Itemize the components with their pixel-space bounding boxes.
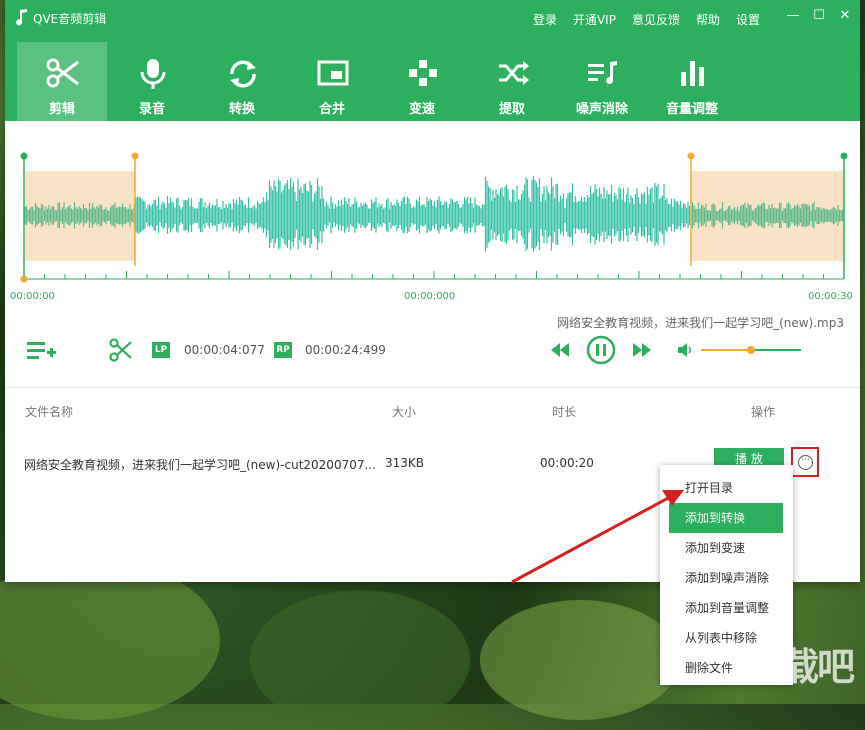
lp-marker-handle[interactable] [131, 152, 139, 160]
tab-label: 剪辑 [48, 102, 75, 117]
tool-tabs: 剪辑 录音 转换 合并 变速 提取 噪声消除 音量调整 [17, 42, 737, 121]
time-middle-label: 00:00:000 [404, 291, 455, 302]
rp-time: 00:00:24:499 [305, 343, 386, 357]
rewind-icon[interactable] [550, 342, 570, 358]
timeline-ticks [23, 271, 845, 279]
background-leaf [0, 560, 220, 720]
divider [5, 387, 860, 388]
fast-forward-icon[interactable] [632, 342, 652, 358]
maximize-button[interactable]: ☐ [811, 8, 827, 24]
tab-denoise[interactable]: 噪声消除 [557, 42, 647, 121]
add-files-icon[interactable] [27, 340, 57, 362]
close-button[interactable]: ✕ [837, 8, 853, 24]
more-icon: ··· [798, 455, 813, 470]
login-link[interactable]: 登录 [533, 11, 557, 28]
tab-speed[interactable]: 变速 [377, 42, 467, 121]
tab-label: 转换 [228, 102, 255, 117]
tab-cut[interactable]: 剪辑 [17, 42, 107, 121]
tab-label: 变速 [408, 102, 435, 117]
title-bar: QVE音频剪辑 登录 开通VIP 意见反馈 帮助 设置 — ☐ ✕ 剪辑 录音 … [5, 0, 860, 121]
tab-volume[interactable]: 音量调整 [647, 42, 737, 121]
header-duration: 时长 [552, 405, 577, 419]
app-title: QVE音频剪辑 [33, 12, 107, 26]
title-row: QVE音频剪辑 登录 开通VIP 意见反馈 帮助 设置 — ☐ ✕ [5, 0, 860, 36]
gamepad-icon [409, 60, 437, 86]
tab-label: 音量调整 [665, 102, 718, 117]
scissors-icon [46, 58, 79, 88]
play-button[interactable]: 播 放 [714, 448, 784, 466]
menu-add-to-denoise[interactable]: 添加到噪声消除 [660, 563, 793, 593]
header-action: 操作 [751, 405, 776, 419]
bars-icon [681, 61, 704, 86]
pause-icon[interactable] [586, 335, 616, 365]
feedback-link[interactable]: 意见反馈 [632, 11, 680, 28]
lp-time: 00:00:04:077 [184, 343, 265, 357]
waveform-editor[interactable]: 00:00:00 00:00:000 00:00:30 [5, 121, 860, 311]
music-note-icon [16, 9, 27, 26]
volume-knob[interactable] [747, 346, 755, 354]
volume-slider[interactable] [700, 344, 802, 356]
tab-extract[interactable]: 提取 [467, 42, 557, 121]
playhead[interactable] [20, 275, 28, 283]
lp-badge: LP [152, 342, 170, 358]
menu-add-to-convert[interactable]: 添加到转换 [669, 503, 783, 533]
merge-icon [317, 60, 349, 86]
minimize-button[interactable]: — [785, 8, 801, 24]
rp-marker-handle[interactable] [687, 152, 695, 160]
tab-merge[interactable]: 合并 [287, 42, 377, 121]
end-marker-handle[interactable] [840, 152, 848, 160]
top-links: 登录 开通VIP 意见反馈 帮助 设置 [517, 11, 760, 28]
row-size: 313KB [385, 456, 425, 470]
background-leaf [250, 590, 470, 730]
microphone-icon [140, 59, 166, 89]
rp-badge: RP [274, 342, 292, 358]
vip-link[interactable]: 开通VIP [573, 11, 616, 28]
menu-add-to-volume[interactable]: 添加到音量调整 [660, 593, 793, 623]
cut-icon[interactable] [109, 338, 133, 362]
current-file-name: 网络安全教育视频，进来我们一起学习吧_(new).mp3 [557, 316, 844, 330]
time-start-label: 00:00:00 [10, 291, 55, 302]
music-list-icon [588, 61, 617, 84]
tab-label: 合并 [318, 102, 345, 117]
menu-add-to-speed[interactable]: 添加到变速 [660, 533, 793, 563]
header-file-name: 文件名称 [25, 405, 74, 419]
shuffle-icon [499, 61, 529, 85]
volume-icon[interactable] [677, 342, 693, 358]
more-options-button[interactable]: ··· [791, 447, 819, 477]
start-marker-handle[interactable] [20, 152, 28, 160]
header-size: 大小 [392, 405, 417, 419]
help-link[interactable]: 帮助 [696, 11, 720, 28]
row-file-name: 网络安全教育视频，进来我们一起学习吧_(new)-cut20200707... [24, 458, 376, 472]
refresh-icon [230, 60, 256, 88]
menu-open-directory[interactable]: 打开目录 [660, 473, 793, 503]
settings-link[interactable]: 设置 [736, 11, 760, 28]
tab-label: 提取 [498, 102, 525, 117]
tab-label: 噪声消除 [575, 102, 628, 117]
background-leaf [480, 600, 680, 720]
tab-convert[interactable]: 转换 [197, 42, 287, 121]
row-duration: 00:00:20 [540, 456, 594, 470]
tab-label: 录音 [138, 102, 165, 117]
playback-controls: LP 00:00:04:077 RP 00:00:24:499 [5, 330, 860, 370]
time-end-label: 00:00:30 [808, 291, 853, 302]
watermark-logo: 下载吧 [745, 645, 855, 689]
tab-record[interactable]: 录音 [107, 42, 197, 121]
